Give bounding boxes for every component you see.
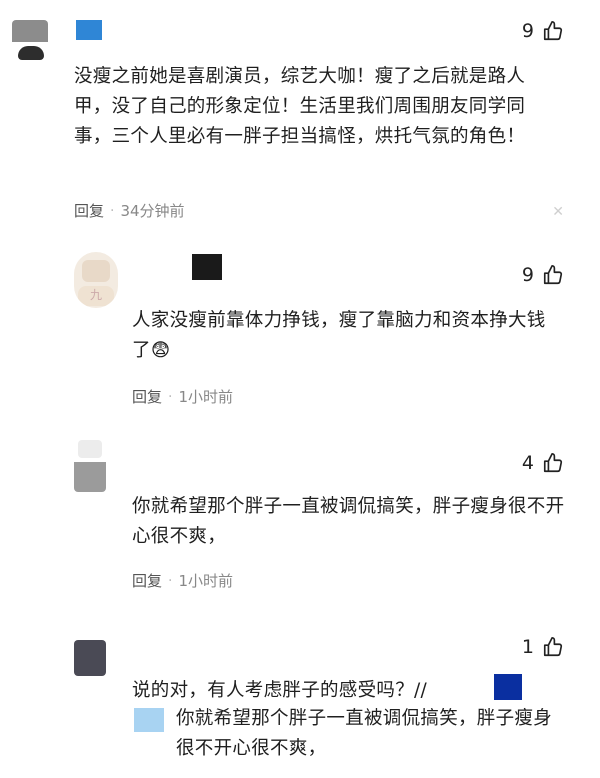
comment-text-body: 人家没瘦前靠体力挣钱，瘦了靠脑力和资本挣大钱了	[132, 310, 546, 361]
avatar[interactable]	[74, 440, 106, 492]
reply-button[interactable]: 回复	[74, 200, 104, 221]
like-button[interactable]: 9	[522, 264, 564, 286]
thumbs-up-icon	[543, 265, 563, 285]
like-count: 1	[521, 636, 534, 658]
like-button[interactable]: 4	[522, 452, 564, 474]
timestamp: 1小时前	[178, 572, 234, 590]
comment-meta: 回复 · 1小时前	[132, 570, 233, 591]
comment-text: 说的对，有人考虑胖子的感受吗？//	[132, 680, 428, 701]
quoted-comment-text: 你就希望那个胖子一直被调侃搞笑，胖子瘦身很不开心很不爽，	[176, 708, 553, 759]
avatar[interactable]	[12, 20, 48, 64]
avatar[interactable]	[74, 640, 106, 676]
separator: ·	[168, 572, 173, 589]
like-count: 9	[521, 264, 534, 286]
separator: ·	[168, 388, 173, 405]
separator: ·	[110, 202, 115, 219]
timestamp: 1小时前	[178, 388, 234, 406]
timestamp: 34分钟前	[120, 202, 185, 220]
like-count: 4	[521, 452, 534, 474]
comment-text: 人家没瘦前靠体力挣钱，瘦了靠脑力和资本挣大钱了😨	[132, 306, 560, 366]
fearful-face-emoji: 😨	[150, 340, 171, 361]
thumbs-up-icon	[543, 21, 563, 41]
like-button[interactable]: 1	[522, 636, 564, 658]
comment-text: 你就希望那个胖子一直被调侃搞笑，胖子瘦身很不开心很不爽，	[132, 496, 565, 547]
comment-meta: 回复 · 34分钟前	[74, 200, 185, 221]
reply-button[interactable]: 回复	[132, 386, 162, 407]
thumbs-up-icon	[543, 453, 563, 473]
username-tag[interactable]	[192, 254, 222, 280]
close-icon[interactable]: ✕	[552, 204, 564, 220]
comment-meta: 回复 · 1小时前	[132, 386, 233, 407]
like-count: 9	[521, 20, 534, 42]
comment-text: 没瘦之前她是喜剧演员，综艺大咖！瘦了之后就是路人甲，没了自己的形象定位！生活里我…	[74, 66, 526, 147]
username-tag[interactable]	[76, 20, 102, 40]
reply-button[interactable]: 回复	[132, 570, 162, 591]
username-tag[interactable]	[494, 674, 522, 700]
quoted-user-tag[interactable]	[134, 708, 164, 732]
like-button[interactable]: 9	[522, 20, 564, 42]
avatar[interactable]: 九	[74, 252, 118, 308]
thumbs-up-icon	[543, 637, 563, 657]
